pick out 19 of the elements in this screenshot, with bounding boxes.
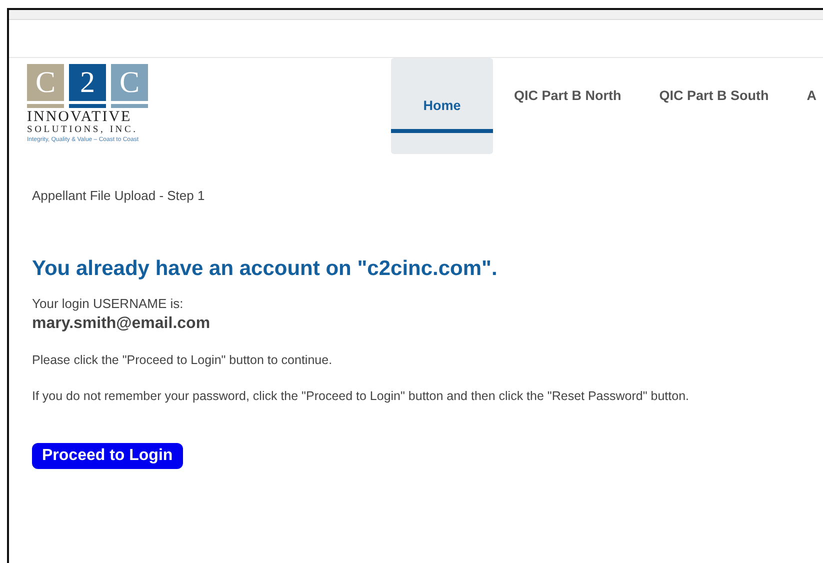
page-breadcrumb: Appellant File Upload - Step 1: [32, 188, 206, 203]
nav-tab[interactable]: QIC Part B South: [642, 58, 786, 154]
logo-bar-icon: [69, 104, 106, 108]
company-name: INNOVATIVE: [27, 110, 133, 125]
logo-letter: C: [27, 64, 64, 101]
logo-letter: C: [111, 64, 148, 101]
username-label: Your login USERNAME is:: [32, 296, 184, 311]
page-heading: You already have an account on "c2cinc.com".: [32, 257, 498, 281]
instruction-text: If you do not remember your password, click the "Proceed to Login" button and then click the "Reset Password" button.: [32, 389, 690, 403]
nav-tab[interactable]: Home: [391, 58, 493, 154]
proceed-button[interactable]: Proceed to Login: [32, 443, 183, 469]
nav-tab[interactable]: A: [790, 58, 823, 154]
nav-tab[interactable]: QIC Part B North: [497, 58, 638, 154]
logo-letter: 2: [69, 64, 106, 101]
username-value: mary.smith@email.com: [32, 315, 212, 333]
logo-bar-icon: [111, 104, 148, 108]
company-subtitle: SOLUTIONS, INC.: [27, 125, 139, 136]
instruction-text: Please click the "Proceed to Login" button to continue.: [32, 353, 334, 367]
logo-bar-icon: [27, 104, 64, 108]
